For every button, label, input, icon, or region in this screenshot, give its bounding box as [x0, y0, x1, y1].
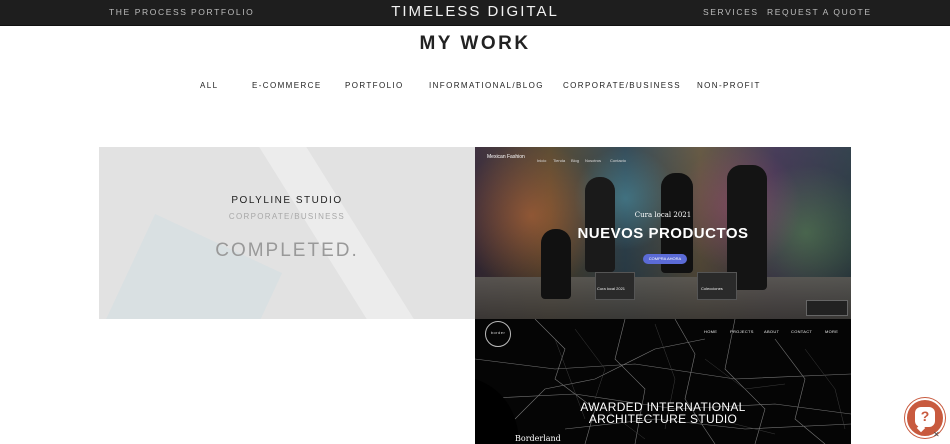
preview-logo: Mexican Fashion: [487, 154, 525, 160]
nav-link-services[interactable]: SERVICES: [703, 7, 759, 17]
filter-non-profit[interactable]: NON-PROFIT: [697, 81, 761, 90]
top-navigation: THE PROCESS PORTFOLIO TIMELESS DIGITAL S…: [0, 0, 950, 26]
preview-nav-item: MORE: [825, 329, 839, 334]
preview-nav-item: Inicio: [537, 158, 547, 163]
preview-nav-item: CONTACT: [791, 329, 813, 334]
preview-nav-item: Contacto: [610, 158, 627, 163]
project-status: COMPLETED.: [215, 240, 359, 261]
sidewalk-image: [475, 277, 851, 319]
preview-card-label: Colecciones: [701, 286, 723, 291]
preview-nav-item: Nosotros: [585, 158, 602, 163]
filter-informational-blog[interactable]: INFORMATIONAL/BLOG: [429, 81, 544, 90]
project-name: POLYLINE STUDIO: [231, 195, 343, 206]
preview-headline-line: ARCHITECTURE STUDIO: [588, 412, 738, 426]
preview-navbar: Mexican Fashion Inicio Tienda Blog Nosot…: [475, 152, 851, 168]
preview-nav-item: Blog: [571, 158, 580, 163]
project-category: CORPORATE/BUSINESS: [228, 212, 346, 221]
nav-link-portfolio[interactable]: PORTFOLIO: [191, 7, 254, 17]
preview-nav-item: PROJECTS: [730, 329, 754, 334]
preview-cta-button: COMPRA AHORA: [643, 254, 687, 264]
preview-headline: NUEVOS PRODUCTOS: [577, 225, 749, 242]
filter-e-commerce[interactable]: E-COMMERCE: [252, 81, 322, 90]
preview-nav-item: Tienda: [553, 158, 566, 163]
filter-portfolio[interactable]: PORTFOLIO: [345, 81, 404, 90]
filter-all[interactable]: ALL: [200, 81, 218, 90]
preview-card-label: Cura local 2021: [597, 286, 626, 291]
brand-link[interactable]: TIMELESS DIGITAL: [391, 3, 559, 20]
project-tile-fashion-store[interactable]: Mexican Fashion Inicio Tienda Blog Nosot…: [475, 147, 851, 319]
preview-headline: AWARDED INTERNATIONAL ARCHITECTURE STUDI…: [475, 401, 851, 425]
preview-brand: Borderland: [515, 434, 561, 443]
project-tile-borderland[interactable]: border HOME PROJECTS ABOUT CONTACT MORE …: [475, 319, 851, 444]
nav-link-request-quote[interactable]: REQUEST A QUOTE: [767, 7, 872, 17]
preview-logo: border: [490, 330, 506, 335]
tile-background-shape: [99, 213, 283, 319]
close-icon[interactable]: ✕: [933, 430, 940, 439]
nav-link-the-process[interactable]: THE PROCESS: [109, 7, 188, 17]
question-icon: ?: [915, 407, 935, 427]
page-title: MY WORK: [419, 33, 531, 54]
question-glyph: ?: [920, 408, 930, 424]
project-tile-polyline-studio[interactable]: POLYLINE STUDIO CORPORATE/BUSINESS COMPL…: [99, 147, 475, 319]
tile-background-shape: [253, 147, 425, 319]
preview-kicker: Cura local 2021: [634, 211, 692, 219]
filter-corporate-business[interactable]: CORPORATE/BUSINESS: [563, 81, 681, 90]
preview-nav-item: ABOUT: [764, 329, 780, 334]
portfolio-filters: ALL E-COMMERCE PORTFOLIO INFORMATIONAL/B…: [0, 81, 950, 93]
preview-thumbnail: [806, 300, 848, 316]
preview-nav-item: HOME: [704, 329, 718, 334]
